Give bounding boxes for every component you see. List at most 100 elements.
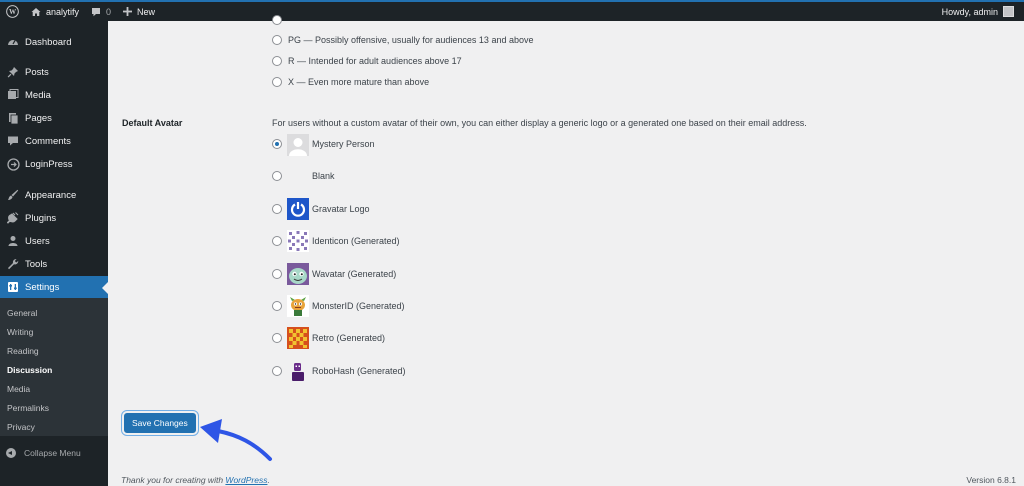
brush-icon [5,187,21,203]
avatar-radio-identicon[interactable] [272,236,282,246]
sidebar-item-loginpress[interactable]: LoginPress [0,153,108,175]
plugin-icon [5,210,21,226]
submenu-item-reading[interactable]: Reading [7,346,39,356]
submenu-item-privacy[interactable]: Privacy [7,422,35,432]
avatar-radio-blank[interactable] [272,171,282,181]
avatar-radio-monsterid[interactable] [272,301,282,311]
footer-thanks-suffix: . [267,475,270,485]
sidebar-item-label: Appearance [25,189,77,201]
avatar-label-robohash: RoboHash (Generated) [312,366,406,376]
admin-bar: W analytify 0 New Howdy, admin [0,2,1024,21]
gravatar-logo-avatar [287,198,309,220]
avatar-radio-gravatar[interactable] [272,204,282,214]
save-changes-button[interactable]: Save Changes [124,413,196,433]
sidebar-item-users[interactable]: Users [0,230,108,252]
avatar-radio-robohash[interactable] [272,366,282,376]
rating-label-r: R — Intended for adult audiences above 1… [288,56,462,66]
sidebar-item-label: LoginPress [25,158,73,170]
home-icon [31,7,41,16]
avatar-radio-retro[interactable] [272,333,282,343]
sidebar-item-label: Plugins [25,212,57,224]
submenu-item-permalinks[interactable]: Permalinks [7,403,49,413]
avatar-label-monsterid: MonsterID (Generated) [312,301,405,311]
sidebar-item-tools[interactable]: Tools [0,253,108,275]
sidebar-item-label: Pages [25,112,52,124]
loginpress-icon [5,156,21,172]
robohash-avatar [287,360,309,382]
sidebar-item-plugins[interactable]: Plugins [0,207,108,229]
sidebar-item-label: Users [25,235,50,247]
avatar-radio-mystery[interactable] [272,139,282,149]
retro-avatar [287,327,309,349]
admin-sidebar: Dashboard Posts Media Pages Comments Log… [0,21,108,486]
settings-content: PG — Possibly offensive, usually for aud… [108,15,1024,486]
wordpress-link[interactable]: WordPress [225,475,267,485]
wavatar-avatar [287,263,309,285]
wordpress-logo-button[interactable]: W [0,2,25,21]
site-name-link[interactable]: analytify [25,2,85,21]
avatar-label-mystery: Mystery Person [312,139,375,149]
rating-label-x: X — Even more mature than above [288,77,430,87]
submenu-item-media[interactable]: Media [7,384,30,394]
sidebar-item-label: Media [25,89,51,101]
mystery-person-avatar [287,134,309,156]
footer-thanks-text: Thank you for creating with [121,475,226,485]
default-avatar-description: For users without a custom avatar of the… [272,118,807,128]
media-icon [5,87,21,103]
pages-icon [5,110,21,126]
sidebar-item-label: Settings [25,281,60,293]
sidebar-item-media[interactable]: Media [0,84,108,106]
comment-icon [5,133,21,149]
annotation-arrow-icon [200,419,272,461]
howdy-text: Howdy, admin [941,6,998,17]
default-avatar-label: Default Avatar [122,118,183,128]
submenu-item-discussion[interactable]: Discussion [7,365,52,375]
collapse-menu-button[interactable]: Collapse Menu [0,444,108,462]
monsterid-avatar [287,295,309,317]
settings-submenu: General Writing Reading Discussion Media… [0,298,108,436]
sidebar-item-comments[interactable]: Comments [0,130,108,152]
dashboard-icon [5,34,21,50]
comments-link[interactable]: 0 [85,2,117,21]
rating-radio-r[interactable] [272,56,282,66]
sidebar-item-dashboard[interactable]: Dashboard [0,31,108,53]
footer-thanks: Thank you for creating with WordPress. [121,475,270,485]
settings-icon [5,279,21,295]
svg-text:W: W [9,8,17,16]
avatar-label-retro: Retro (Generated) [312,333,386,343]
footer-version: Version 6.8.1 [966,475,1016,485]
rating-radio-cutoff[interactable] [272,15,282,25]
avatar-label-wavatar: Wavatar (Generated) [312,269,397,279]
avatar-label-identicon: Identicon (Generated) [312,236,400,246]
identicon-avatar [287,230,309,252]
rating-radio-x[interactable] [272,77,282,87]
avatar-label-blank: Blank [312,171,335,181]
submenu-item-writing[interactable]: Writing [7,327,33,337]
submenu-item-general[interactable]: General [7,308,37,318]
new-label: New [137,6,156,17]
sidebar-item-label: Comments [25,135,71,147]
comment-bubble-icon [92,7,101,16]
sidebar-item-pages[interactable]: Pages [0,107,108,129]
sidebar-item-label: Dashboard [25,36,72,48]
avatar-radio-wavatar[interactable] [272,269,282,279]
wordpress-icon: W [6,5,19,18]
avatar-label-gravatar: Gravatar Logo [312,204,370,214]
sidebar-item-posts[interactable]: Posts [0,61,108,83]
collapse-arrow-icon [6,448,16,458]
sidebar-item-label: Tools [25,258,48,270]
comments-count: 0 [106,6,112,17]
sidebar-item-appearance[interactable]: Appearance [0,184,108,206]
rating-label-pg: PG — Possibly offensive, usually for aud… [288,35,534,45]
wrench-icon [5,256,21,272]
sidebar-item-settings[interactable]: Settings [0,276,108,298]
site-name: analytify [46,6,80,17]
rating-radio-pg[interactable] [272,35,282,45]
plus-icon [123,7,133,16]
avatar [1003,6,1014,17]
pin-icon [5,64,21,80]
my-account-link[interactable]: Howdy, admin [942,6,1024,17]
new-content-link[interactable]: New [117,2,161,21]
sidebar-item-label: Posts [25,66,49,78]
collapse-menu-label: Collapse Menu [24,448,81,458]
